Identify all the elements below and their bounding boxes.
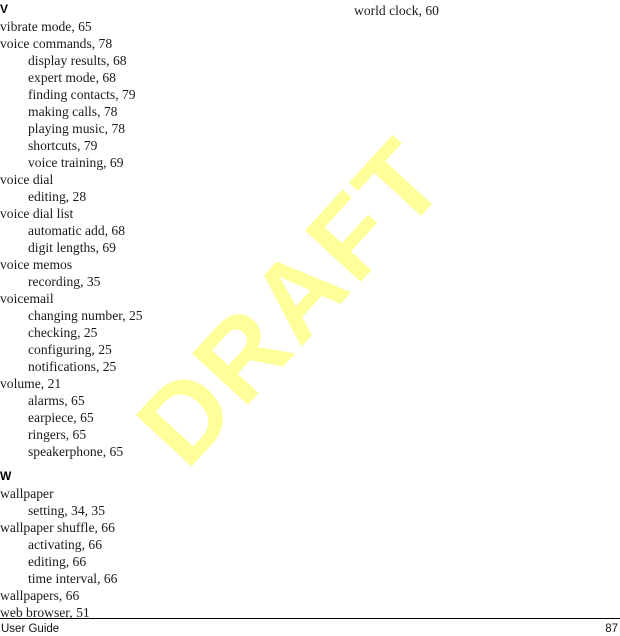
index-subentry: checking, 25 [28, 325, 98, 340]
index-subentry: automatic add, 68 [28, 223, 126, 238]
index-subentry: alarms, 65 [28, 393, 85, 408]
index-subentry: making calls, 78 [28, 104, 118, 119]
index-letter-heading: W [0, 469, 12, 483]
index-content: Vvibrate mode, 65 voice commands, 78 displ… [0, 0, 620, 620]
index-subentry: ringers, 65 [28, 427, 87, 442]
index-column-left: Vvibrate mode, 65 voice commands, 78 displ… [0, 0, 294, 621]
index-subentry: finding contacts, 79 [28, 87, 136, 102]
index-entry: voice commands, 78 [0, 36, 113, 51]
index-subentry: world clock, 60 [354, 3, 439, 18]
index-letter-heading: V [0, 2, 9, 16]
index-subentry: earpiece, 65 [28, 410, 94, 425]
index-entry: wallpapers, 66 [0, 588, 80, 603]
footer-document-title: User Guide [1, 623, 60, 635]
index-entry: wallpaper shuffle, 66 [0, 520, 115, 535]
index-subentry: voice training, 69 [28, 155, 124, 170]
index-subentry: setting, 34, 35 [28, 503, 106, 518]
index-subentry: activating, 66 [28, 537, 102, 552]
index-entry: voicemail [0, 291, 54, 306]
index-entry: voice dial list [0, 206, 74, 221]
footer-page-number: 87 [605, 623, 618, 635]
footer-row: User Guide 87 [0, 622, 620, 636]
index-entry: voice dial [0, 172, 54, 187]
index-letter-group: Vvibrate mode, 65 voice commands, 78 displ… [0, 2, 294, 460]
index-letter-group: Wwallpaper setting, 34, 35 wallpaper shuff… [0, 469, 294, 621]
index-letter-group: world clock, 60 [326, 2, 620, 19]
index-subentry: time interval, 66 [28, 571, 118, 586]
index-subentry: configuring, 25 [28, 342, 112, 357]
index-subentry: editing, 28 [28, 189, 87, 204]
index-subentry: digit lengths, 69 [28, 240, 116, 255]
index-column-right: world clock, 60 [326, 0, 620, 19]
page-footer: User Guide 87 [0, 606, 620, 636]
index-subentry: notifications, 25 [28, 359, 117, 374]
index-entry: wallpaper [0, 486, 54, 501]
index-subentry: speakerphone, 65 [28, 444, 124, 459]
index-subentry: display results, 68 [28, 53, 127, 68]
index-entry: voice memos [0, 257, 73, 272]
index-entry: vibrate mode, 65 [0, 19, 92, 34]
index-subentry: playing music, 78 [28, 121, 126, 136]
index-subentry: expert mode, 68 [28, 70, 116, 85]
index-subentry: shortcuts, 79 [28, 138, 98, 153]
index-subentry: editing, 66 [28, 554, 87, 569]
index-subentry: recording, 35 [28, 274, 101, 289]
index-entry: volume, 21 [0, 376, 62, 391]
index-subentry: changing number, 25 [28, 308, 143, 323]
footer-divider [0, 618, 620, 619]
